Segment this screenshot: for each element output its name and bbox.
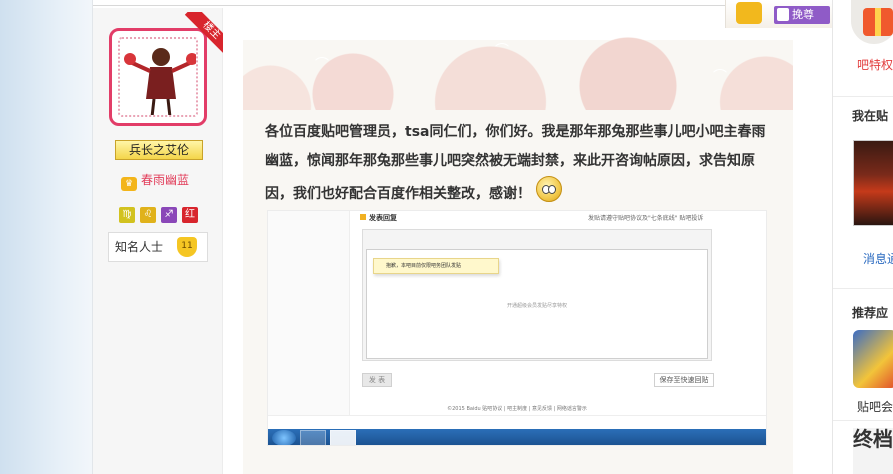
rank-label: 知名人士 [115, 240, 164, 254]
post-body: 各位百度贴吧管理员，tsa同仁们，你们好。我是那年那兔那些事儿吧小吧主春雨幽蓝，… [265, 118, 769, 209]
owner-ribbon-label: 楼主 [184, 12, 223, 58]
screenshot-left-blank [268, 211, 350, 415]
message-link[interactable]: 消息通 [863, 250, 893, 267]
top-divider [93, 0, 833, 6]
owner-ribbon: 楼主 [177, 12, 223, 58]
sidebar-divider [833, 96, 893, 97]
screenshot-editor-hint: 开通超级会员发贴尽享特权 [506, 303, 567, 309]
recommended-app-label[interactable]: 贴吧会 [857, 398, 893, 415]
screenshot-save-button: 保存至快速回贴 [654, 373, 714, 387]
level-shield-icon: 11 [177, 237, 197, 257]
username-badge[interactable]: 兵长之艾伦 [115, 140, 203, 160]
privilege-link[interactable]: 吧特权 [857, 56, 893, 73]
gift-icon[interactable] [851, 0, 893, 44]
leo-icon: ♌ [140, 207, 156, 223]
sidebar-divider [833, 288, 893, 289]
member-icon: ♛ [121, 177, 137, 191]
sagittarius-icon: ♐ [161, 207, 177, 223]
recommended-app-icon[interactable] [853, 330, 893, 388]
virgo-icon: ♍ [119, 207, 135, 223]
bird-icon: ⌒ [315, 57, 329, 73]
promo-text: 终档 [853, 428, 893, 451]
pen-icon [360, 214, 366, 220]
sidebar-divider [833, 420, 893, 421]
embedded-screenshot[interactable]: 发表回复 发贴请遵守贴吧协议及"七条底线" 贴吧投诉 抱歉，本吧目前仅限吧务团队… [267, 210, 767, 446]
screenshot-taskbar [268, 429, 766, 445]
post-tools: 挽尊 [725, 0, 835, 28]
display-name[interactable]: ♛ 春雨幽蓝 [121, 171, 190, 191]
smiley-emoji-icon [535, 176, 562, 202]
promo-banner[interactable]: 终档 [853, 428, 893, 474]
bird-icon: ⌒ [495, 43, 509, 59]
forum-cover-image[interactable] [853, 140, 893, 226]
bird-icon: ⌒ [713, 69, 727, 85]
thumb-icon [777, 8, 789, 21]
browser-icon [300, 430, 326, 445]
screenshot-editor: 抱歉，本吧目前仅限吧务团队发贴 开通超级会员发贴尽享特权 [366, 249, 708, 359]
screenshot-header-text: 发表回复 [369, 214, 397, 222]
screenshot-blank-strip [268, 415, 766, 429]
red-tag-icon: 红 [182, 207, 198, 223]
author-sidebar: 楼主 兵长之艾伦 ♛ 春雨幽蓝 ♍ ♌ ♐ 红 知名人士 11 [93, 8, 223, 474]
zodiac-signs: ♍ ♌ ♐ 红 [119, 202, 203, 223]
screenshot-reply-header: 发表回复 [360, 213, 397, 223]
section-title-my-forums: 我在贴 [852, 109, 889, 123]
post-body-text: 各位百度贴吧管理员，tsa同仁们，你们好。我是那年那兔那些事儿吧小吧主春雨幽蓝，… [265, 124, 766, 202]
display-name-text: 春雨幽蓝 [141, 173, 190, 187]
screenshot-notice: 抱歉，本吧目前仅限吧务团队发贴 [373, 258, 499, 274]
crown-icon[interactable] [736, 2, 762, 24]
app-icon [330, 430, 356, 445]
vote-button-label: 挽尊 [792, 8, 814, 21]
page-main: 楼主 兵长之艾伦 ♛ 春雨幽蓝 ♍ ♌ ♐ 红 知名人士 11 挽尊 ⌒ ⌒ ⌒ 各位百… [92, 0, 893, 474]
right-sidebar: 吧特权 我在贴 消息通 推荐应 贴吧会 终档 [832, 0, 893, 474]
screenshot-post-button: 发 表 [362, 373, 392, 387]
rank-badge[interactable]: 知名人士 11 [108, 232, 208, 262]
section-title-recommended: 推荐应 [852, 306, 889, 320]
screenshot-header-links: 发贴请遵守贴吧协议及"七条底线" 贴吧投诉 [588, 215, 704, 222]
screenshot-footer: ©2015 Baidu 贴吧协议 | 吧主制度 | 意见反馈 | 网络谣言警示 [447, 406, 587, 412]
gift-ribbon [875, 8, 881, 36]
vote-button[interactable]: 挽尊 [774, 6, 830, 24]
windows-start-icon [272, 430, 296, 445]
